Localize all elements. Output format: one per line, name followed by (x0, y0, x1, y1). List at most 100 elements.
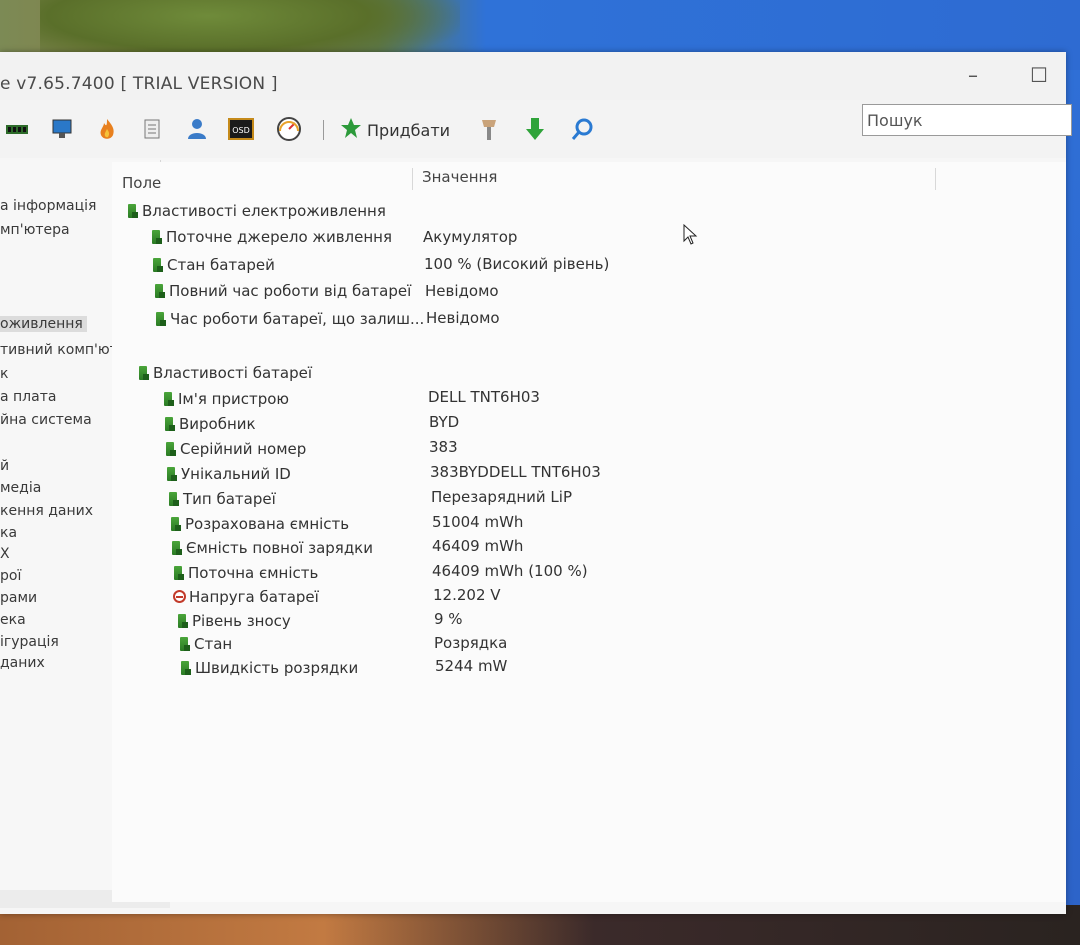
table-row[interactable]: Розрахована ємність (169, 513, 349, 535)
row-value: Акумулятор (423, 228, 518, 246)
sidebar-item[interactable]: мп'ютера (0, 222, 70, 238)
files-icon[interactable] (140, 116, 166, 142)
sidebar-item[interactable]: кення даних (0, 503, 93, 519)
battery-icon (154, 311, 166, 327)
row-label: Стан (194, 635, 233, 653)
sidebar-item-power-selected[interactable]: оживлення (0, 316, 87, 332)
row-value: DELL TNT6H03 (428, 388, 540, 406)
row-value: 100 % (Високий рівень) (424, 255, 610, 273)
table-row[interactable]: Виробник (163, 413, 256, 435)
sidebar-item[interactable]: тивний комп'юте (0, 342, 126, 358)
row-label: Поточна ємність (188, 564, 319, 582)
table-row[interactable]: Рівень зносу (176, 610, 291, 632)
table-row[interactable]: Унікальний ID (165, 463, 291, 485)
download-icon[interactable] (522, 116, 548, 142)
table-row[interactable]: Швидкість розрядки (179, 657, 358, 679)
sidebar-item[interactable]: к (0, 366, 8, 382)
sidebar-item[interactable]: ека (0, 612, 26, 628)
window-title: e v7.65.7400 [ TRIAL VERSION ] (0, 74, 278, 94)
battery-icon (162, 391, 174, 407)
row-value: BYD (429, 413, 460, 431)
osd-icon[interactable]: OSD (228, 116, 254, 142)
table-row[interactable]: Напруга батареї (173, 586, 319, 608)
table-row[interactable]: Стан батарей (151, 254, 275, 276)
search-input[interactable]: Пошук (862, 104, 1072, 136)
sidebar-item[interactable]: ігурація (0, 634, 59, 650)
row-label: Рівень зносу (192, 612, 291, 630)
row-label: Властивості батареї (153, 364, 313, 382)
row-value: 383 (429, 438, 458, 456)
row-value: 12.202 V (433, 586, 501, 604)
row-label: Тип батареї (183, 490, 276, 508)
battery-icon (150, 229, 162, 245)
row-label: Час роботи батареї, що залиш... (170, 310, 425, 328)
table-row[interactable]: Ємність повної зарядки (170, 537, 373, 559)
table-row[interactable]: Серійний номер (164, 438, 306, 460)
sidebar-item[interactable]: а інформація (0, 198, 96, 214)
maximize-button[interactable]: ☐ (1024, 60, 1054, 90)
sidebar-item[interactable]: рами (0, 590, 37, 606)
row-value: Невідомо (425, 282, 499, 300)
add-icon (340, 117, 362, 143)
svg-text:OSD: OSD (232, 126, 250, 135)
memory-icon[interactable] (4, 116, 30, 142)
column-divider[interactable] (935, 168, 936, 190)
table-row[interactable]: Тип батареї (167, 488, 276, 510)
sidebar-item[interactable]: й (0, 458, 9, 474)
row-value: 9 % (434, 610, 463, 628)
wrench-icon[interactable] (476, 116, 502, 142)
sidebar-item[interactable]: ка (0, 525, 17, 541)
toolbar-separator (323, 120, 324, 140)
sidebar-item[interactable]: даних (0, 655, 45, 671)
battery-icon (176, 613, 188, 629)
battery-icon (151, 257, 163, 273)
search-icon[interactable] (570, 116, 596, 142)
buy-button[interactable]: Придбати (340, 116, 450, 144)
row-label: Повний час роботи від батареї (169, 282, 412, 300)
table-row[interactable]: Ім'я пристрою (162, 388, 289, 410)
row-value: 46409 mWh (100 %) (432, 562, 588, 580)
column-divider[interactable] (412, 168, 413, 190)
row-value: Невідомо (426, 309, 500, 327)
battery-icon (170, 540, 182, 556)
flame-icon[interactable] (94, 116, 120, 142)
app-window: e v7.65.7400 [ TRIAL VERSION ] – ☐ OSD П… (0, 52, 1072, 914)
table-row[interactable]: Поточна ємність (172, 562, 318, 584)
sidebar-item[interactable]: йна система (0, 412, 92, 428)
monitor-icon[interactable] (50, 116, 76, 142)
minimize-button[interactable]: – (958, 60, 988, 90)
row-label: Ім'я пристрою (178, 390, 290, 408)
battery-icon (164, 441, 176, 457)
sidebar-item[interactable]: рої (0, 568, 21, 584)
table-row[interactable]: Стан (178, 633, 232, 655)
sidebar-item[interactable]: а плата (0, 389, 56, 405)
battery-icon (153, 283, 165, 299)
column-header-value[interactable]: Значення (422, 168, 497, 186)
table-row[interactable]: Час роботи батареї, що залиш... (154, 308, 424, 330)
battery-icon (172, 565, 184, 581)
column-header-field[interactable]: Поле (122, 174, 161, 192)
group-row-battery[interactable]: Властивості батареї (137, 362, 312, 384)
table-row[interactable]: Поточне джерело живлення (150, 226, 392, 248)
mouse-cursor-icon (683, 224, 698, 245)
battery-icon (165, 466, 177, 482)
sidebar-item[interactable]: Х (0, 546, 10, 562)
row-value: Розрядка (434, 634, 508, 652)
row-label: Серійний номер (180, 440, 307, 458)
group-row-power[interactable]: Властивості електроживлення (126, 200, 386, 222)
details-panel: Поле Значення Властивості електроживленн… (112, 162, 1066, 902)
row-label: Поточне джерело живлення (166, 228, 392, 246)
sidebar-item[interactable]: медіа (0, 480, 41, 496)
table-row[interactable]: Повний час роботи від батареї (153, 280, 411, 302)
battery-icon (126, 203, 138, 219)
row-value: 5244 mW (435, 657, 508, 675)
row-value: 46409 mWh (432, 537, 524, 555)
row-label: Виробник (179, 415, 256, 433)
battery-icon (167, 491, 179, 507)
row-value: 51004 mWh (432, 513, 524, 531)
battery-icon (178, 636, 190, 652)
row-label: Унікальний ID (181, 465, 291, 483)
row-value: 383BYDDELL TNT6H03 (430, 463, 601, 481)
gauge-icon[interactable] (276, 116, 302, 142)
user-icon[interactable] (184, 116, 210, 142)
